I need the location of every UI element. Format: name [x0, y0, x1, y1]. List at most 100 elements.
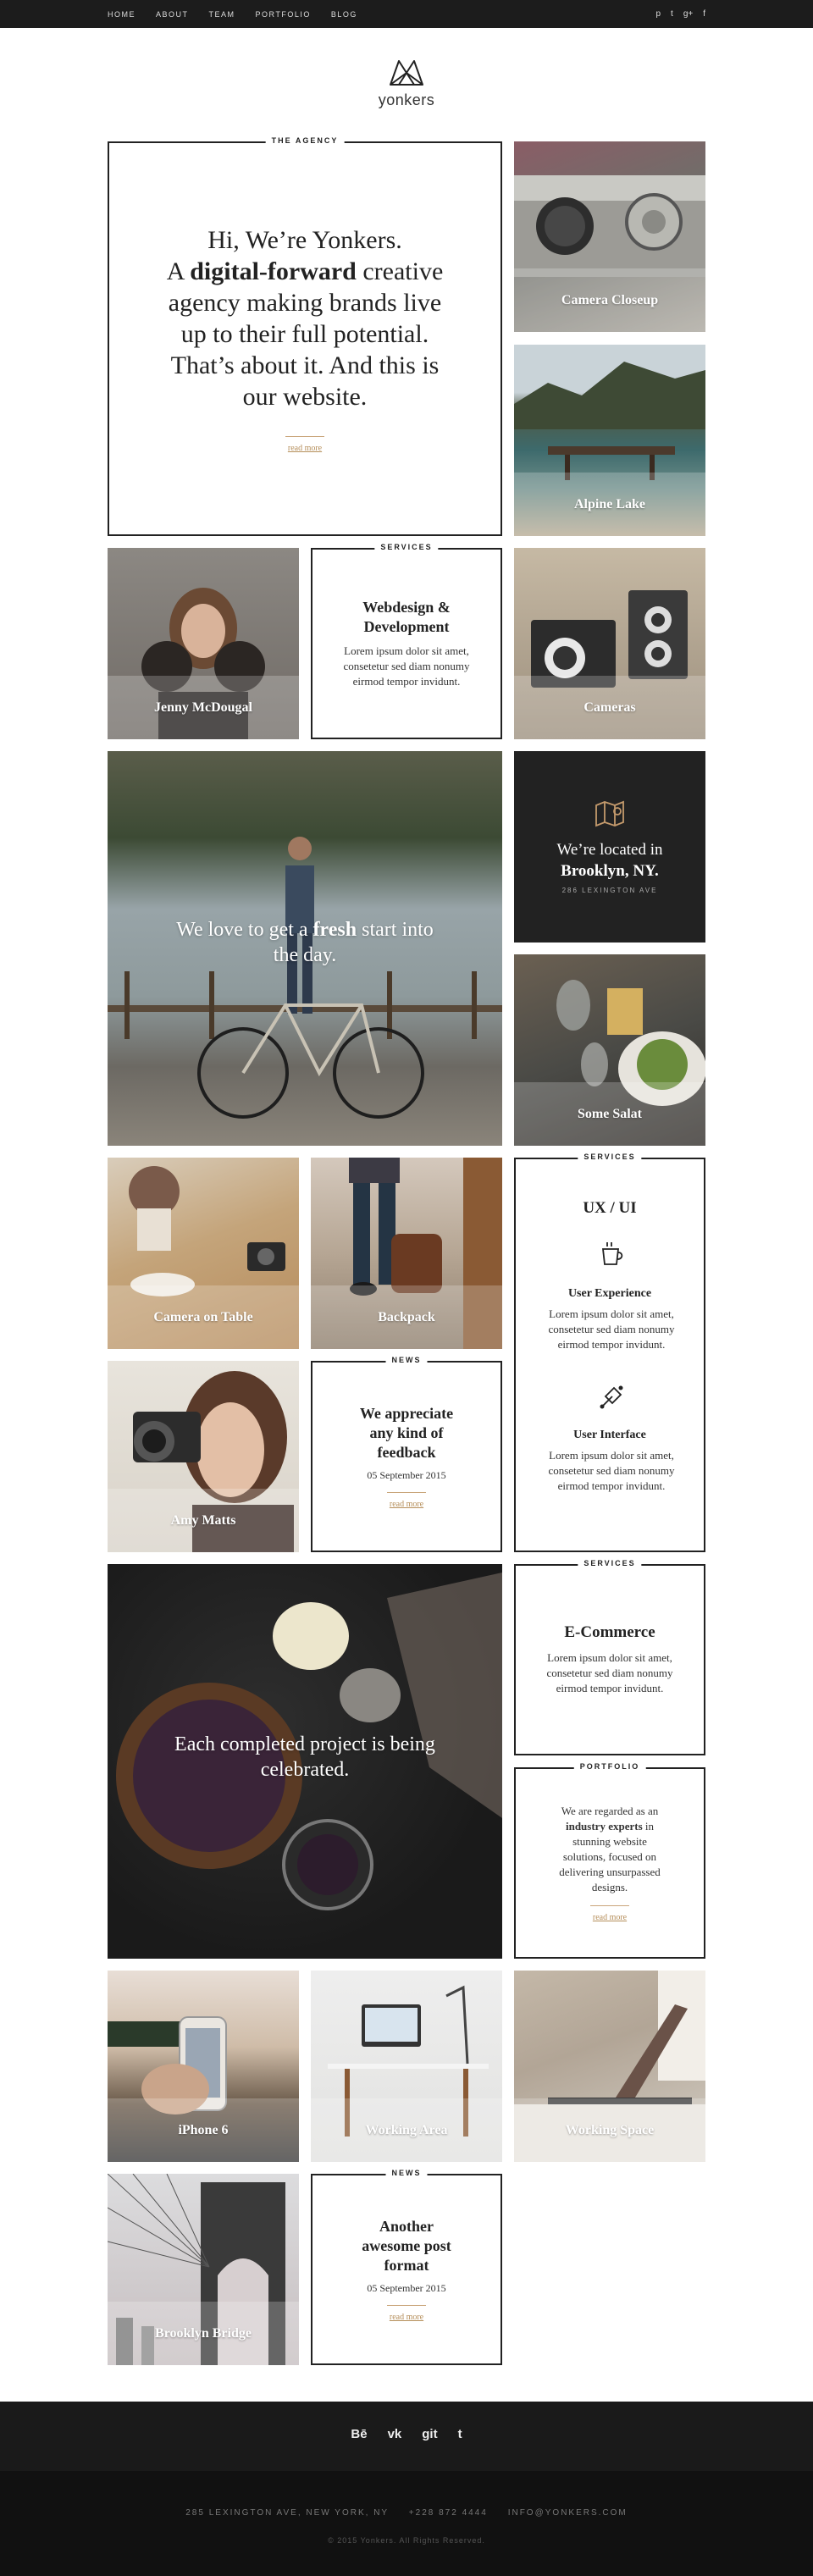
divider	[387, 2305, 426, 2306]
nav-portfolio[interactable]: PORTFOLIO	[256, 10, 311, 19]
news-title: awesome post	[362, 2237, 451, 2254]
pie-headline: Each completed project is being celebrat…	[174, 1733, 435, 1781]
tile-amy[interactable]: Amy Matts	[108, 1361, 299, 1552]
vk-icon[interactable]: vk	[388, 2427, 402, 2441]
agency-label: THE AGENCY	[265, 136, 345, 145]
caption: Brooklyn Bridge	[108, 2302, 299, 2365]
caption: Working Space	[514, 2098, 705, 2162]
location-box: We’re located in Brooklyn, NY. 286 LEXIN…	[514, 751, 705, 943]
tile-backpack[interactable]: Backpack	[311, 1158, 502, 1349]
pen-tool-icon	[600, 1385, 623, 1409]
services-webdesign-box: SERVICES Webdesign & Development Lorem i…	[311, 543, 502, 739]
services-label: SERVICES	[578, 1153, 642, 1161]
divider	[590, 1905, 629, 1906]
news-title: format	[384, 2257, 429, 2274]
logo-icon	[390, 60, 423, 86]
behance-icon[interactable]: Bē	[351, 2427, 367, 2441]
ecommerce-title: E-Commerce	[564, 1623, 655, 1641]
logo[interactable]: yonkers	[0, 56, 813, 109]
caption: Backpack	[311, 1285, 502, 1349]
ux-text: Lorem ipsum dolor sit amet, consetetur s…	[548, 1307, 675, 1351]
news-date: 05 September 2015	[367, 2282, 446, 2294]
agency-line: A	[166, 257, 191, 285]
nav-about[interactable]: ABOUT	[156, 10, 189, 19]
location-city: Brooklyn, NY.	[561, 861, 659, 880]
location-line: We’re located in	[556, 840, 663, 859]
caption: Camera on Table	[108, 1285, 299, 1349]
twitter-icon[interactable]: t	[671, 9, 673, 19]
news-read-more[interactable]: read more	[312, 2313, 501, 2322]
news-box-1: NEWS We appreciate any kind of feedback …	[311, 1356, 502, 1552]
caption: Alpine Lake	[514, 473, 705, 536]
caption: Jenny McDougal	[108, 676, 299, 739]
pinterest-icon[interactable]: p	[655, 9, 661, 19]
agency-highlight: digital-forward	[190, 257, 357, 285]
agency-line: our website.	[242, 383, 368, 411]
coffee-cup-icon	[601, 1242, 623, 1265]
location-address: 286 LEXINGTON AVE	[561, 886, 658, 894]
tile-jenny[interactable]: Jenny McDougal	[108, 548, 299, 739]
news-box-2: NEWS Another awesome post format 05 Sept…	[311, 2169, 502, 2365]
caption: iPhone 6	[108, 2098, 299, 2162]
main-nav: HOME ABOUT TEAM PORTFOLIO BLOG	[108, 0, 378, 28]
ecommerce-text: Lorem ipsum dolor sit amet, consetetur s…	[546, 1651, 673, 1694]
tile-pie[interactable]: Each completed project is being celebrat…	[108, 1564, 502, 1959]
caption: Camera Closeup	[514, 268, 705, 332]
news-title: Another	[379, 2218, 434, 2235]
services-ecommerce-box: SERVICES E-Commerce Lorem ipsum dolor si…	[514, 1559, 705, 1755]
caption: Cameras	[514, 676, 705, 739]
agency-box: THE AGENCY Hi, We’re Yonkers. A digital-…	[108, 136, 502, 536]
tile-brooklyn-bridge[interactable]: Brooklyn Bridge	[108, 2174, 299, 2365]
tile-cameras[interactable]: Cameras	[514, 548, 705, 739]
ui-text: Lorem ipsum dolor sit amet, consetetur s…	[548, 1449, 675, 1492]
footer-social-bar: Bē vk git t	[0, 2402, 813, 2471]
facebook-icon[interactable]: f	[703, 9, 705, 19]
tile-iphone[interactable]: iPhone 6	[108, 1971, 299, 2162]
git-icon[interactable]: git	[422, 2427, 437, 2441]
agency-line: agency making brands live	[168, 289, 442, 317]
news-title: We appreciate	[359, 1405, 454, 1422]
news-title: feedback	[377, 1444, 436, 1461]
tile-camera-closeup[interactable]: Camera Closeup	[514, 141, 705, 332]
divider	[285, 436, 324, 437]
nav-blog[interactable]: BLOG	[331, 10, 357, 19]
tile-bike[interactable]: We love to get a fresh start into the da…	[108, 751, 502, 1146]
portfolio-label: PORTFOLIO	[573, 1762, 646, 1771]
news-read-more[interactable]: read more	[312, 1500, 501, 1509]
portfolio-read-more[interactable]: read more	[516, 1913, 704, 1922]
news-date: 05 September 2015	[367, 1469, 446, 1481]
footer-address: 285 LEXINGTON AVE, NEW YORK, NY +228 872…	[185, 2508, 628, 2518]
google-plus-icon[interactable]: g+	[683, 9, 693, 19]
ux-title: User Experience	[567, 1287, 652, 1300]
tile-working-area[interactable]: Working Area	[311, 1971, 502, 2162]
tile-alpine-lake[interactable]: Alpine Lake	[514, 345, 705, 536]
bike-headline: We love to get a fresh start into the da…	[176, 919, 434, 966]
tile-working-space[interactable]: Working Space	[514, 1971, 705, 2162]
services-title: Webdesign &	[362, 599, 451, 616]
top-bar: HOME ABOUT TEAM PORTFOLIO BLOG p t g+ f	[0, 0, 813, 28]
caption: Working Area	[311, 2098, 502, 2162]
services-text: Lorem ipsum dolor sit amet, consetetur s…	[343, 644, 470, 688]
agency-read-more[interactable]: read more	[285, 444, 324, 453]
caption: Some Salat	[514, 1082, 705, 1146]
agency-line: Hi, We’re Yonkers.	[207, 226, 402, 254]
nav-team[interactable]: TEAM	[209, 10, 235, 19]
footer-copyright: © 2015 Yonkers. All Rights Reserved.	[328, 2536, 485, 2545]
twitter-icon[interactable]: t	[458, 2427, 462, 2441]
services-title: Development	[363, 618, 450, 635]
services-label: SERVICES	[578, 1559, 642, 1567]
caption: Amy Matts	[108, 1489, 299, 1552]
news-label: NEWS	[385, 1356, 428, 1364]
agency-line: That’s about it. And this is	[170, 351, 440, 379]
tile-some-salat[interactable]: Some Salat	[514, 954, 705, 1146]
top-social: p t g+ f	[655, 0, 705, 28]
tile-camera-table[interactable]: Camera on Table	[108, 1158, 299, 1349]
services-uxui-box: SERVICES UX / UI User Experience Lorem i…	[514, 1153, 705, 1552]
nav-home[interactable]: HOME	[108, 10, 136, 19]
divider	[387, 1492, 426, 1493]
services-label: SERVICES	[374, 543, 439, 551]
portfolio-text: We are regarded as an industry experts i…	[559, 1805, 661, 1893]
news-label: NEWS	[385, 2169, 428, 2177]
agency-line: creative	[356, 257, 444, 285]
portfolio-box: PORTFOLIO We are regarded as an industry…	[514, 1762, 705, 1959]
